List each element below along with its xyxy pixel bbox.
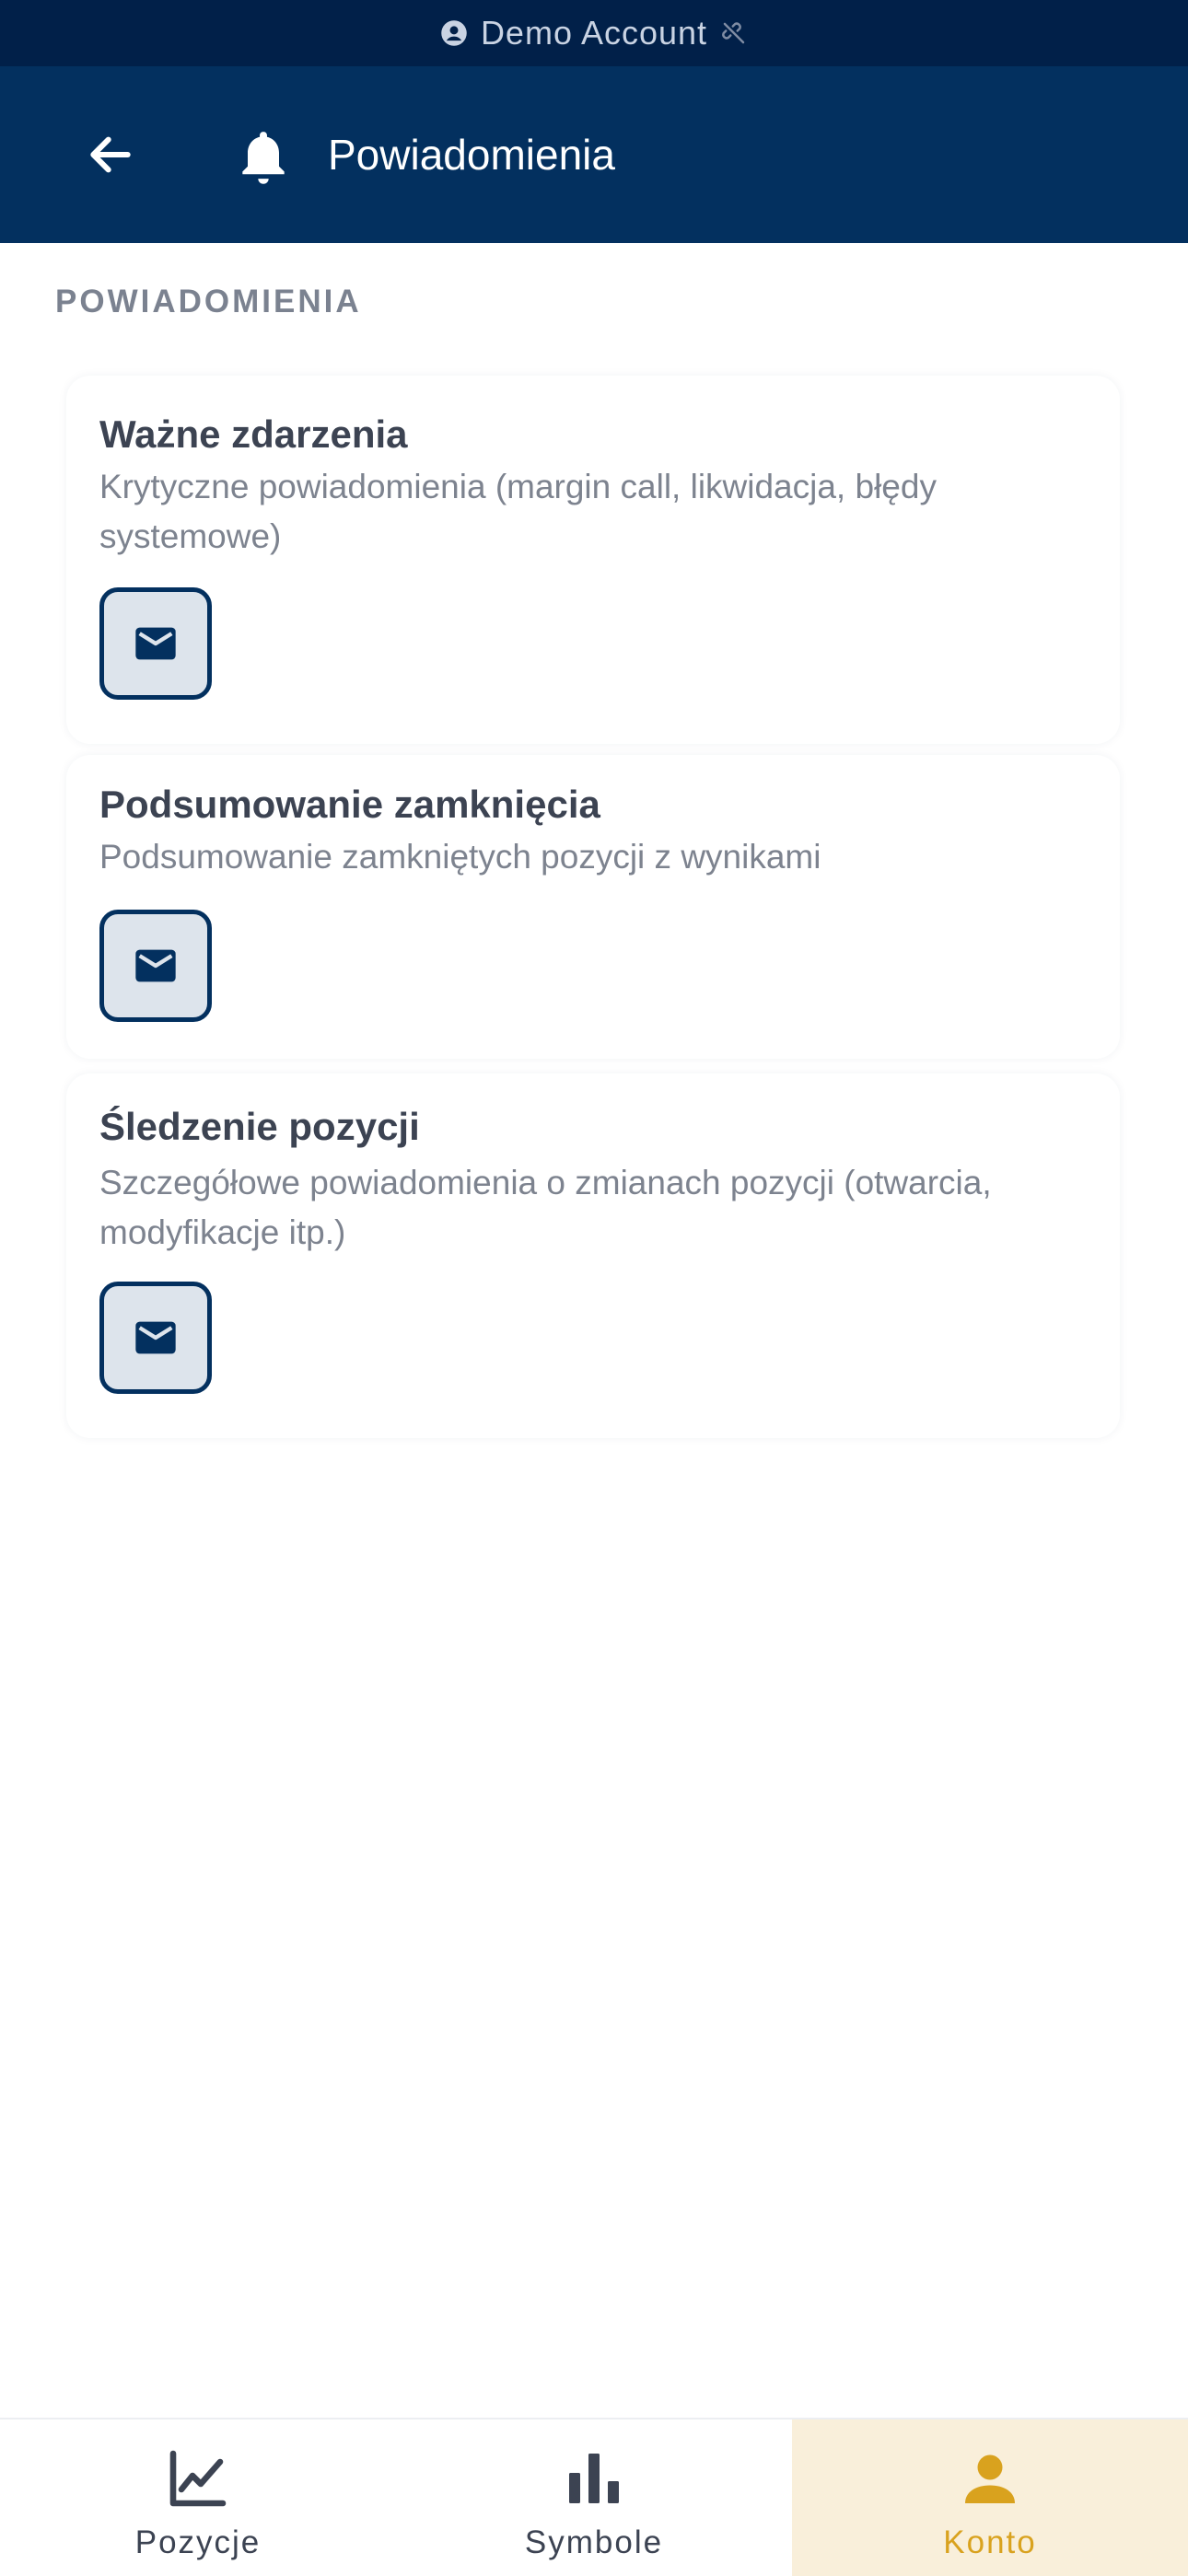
section-label: POWIADOMIENIA (55, 284, 362, 319)
person-icon (965, 2454, 1015, 2503)
notification-title: Podsumowanie zamknięcia (99, 783, 600, 826)
notification-card-closing-summary: Podsumowanie zamknięcia Podsumowanie zam… (66, 755, 1120, 1059)
nav-item-account[interactable]: Konto (792, 2419, 1188, 2576)
arrow-left-icon (90, 136, 131, 173)
email-icon (135, 1321, 176, 1354)
notification-title: Śledzenie pozycji (99, 1105, 420, 1148)
line-chart-icon (169, 2450, 227, 2507)
notification-card-position-tracking: Śledzenie pozycji Szczegółowe powiadomie… (66, 1073, 1120, 1438)
page-title: Powiadomienia (328, 131, 615, 179)
app-header: Powiadomienia (0, 66, 1188, 243)
notification-title: Ważne zdarzenia (99, 412, 408, 456)
link-off-icon (722, 22, 745, 44)
demo-status-bar: Demo Account (0, 0, 1188, 66)
email-icon (135, 949, 176, 982)
email-toggle-button[interactable] (99, 910, 212, 1022)
email-toggle-button[interactable] (99, 587, 212, 700)
nav-item-symbols[interactable]: Symbole (396, 2419, 792, 2576)
bar-chart-icon (569, 2454, 619, 2503)
back-button[interactable] (79, 123, 142, 186)
account-circle-icon (441, 20, 467, 46)
nav-label: Symbole (524, 2524, 664, 2560)
notification-description: Podsumowanie zamkniętych pozycji z wynik… (99, 838, 821, 876)
nav-item-positions[interactable]: Pozycje (0, 2419, 396, 2576)
nav-label: Pozycje (134, 2524, 262, 2560)
email-icon (135, 627, 176, 660)
notification-description: Krytyczne powiadomienia (margin call, li… (99, 468, 937, 555)
notification-card-important-events: Ważne zdarzenia Krytyczne powiadomienia … (66, 376, 1120, 744)
notification-description: Szczegółowe powiadomienia o zmianach poz… (99, 1164, 992, 1251)
nav-label: Konto (943, 2524, 1037, 2560)
email-toggle-button[interactable] (99, 1282, 212, 1394)
demo-account-label: Demo Account (480, 14, 708, 52)
bell-icon (242, 132, 285, 184)
bottom-navigation: Pozycje Symbole Konto (0, 2418, 1188, 2576)
